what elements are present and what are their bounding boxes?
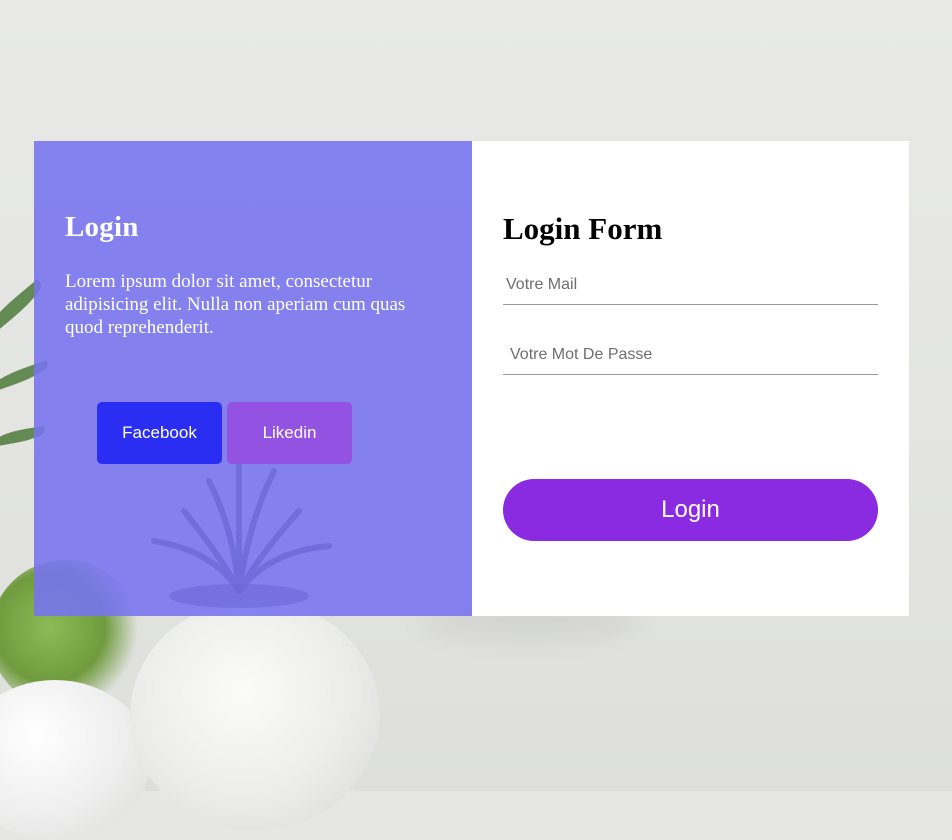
email-field[interactable] bbox=[503, 265, 878, 305]
form-title: Login Form bbox=[503, 211, 663, 246]
login-card: Login Lorem ipsum dolor sit amet, consec… bbox=[34, 141, 909, 616]
facebook-button[interactable]: Facebook bbox=[97, 402, 222, 464]
plant-illustration bbox=[151, 458, 332, 608]
info-panel: Login Lorem ipsum dolor sit amet, consec… bbox=[34, 141, 472, 616]
password-field[interactable] bbox=[503, 335, 878, 375]
background-vase bbox=[130, 600, 380, 830]
form-panel: Login Form Login bbox=[472, 141, 909, 616]
login-button[interactable]: Login bbox=[503, 479, 878, 541]
panel-description: Lorem ipsum dolor sit amet, consectetur … bbox=[65, 271, 406, 338]
linkedin-button[interactable]: Likedin bbox=[227, 402, 352, 464]
panel-title: Login bbox=[65, 211, 139, 243]
